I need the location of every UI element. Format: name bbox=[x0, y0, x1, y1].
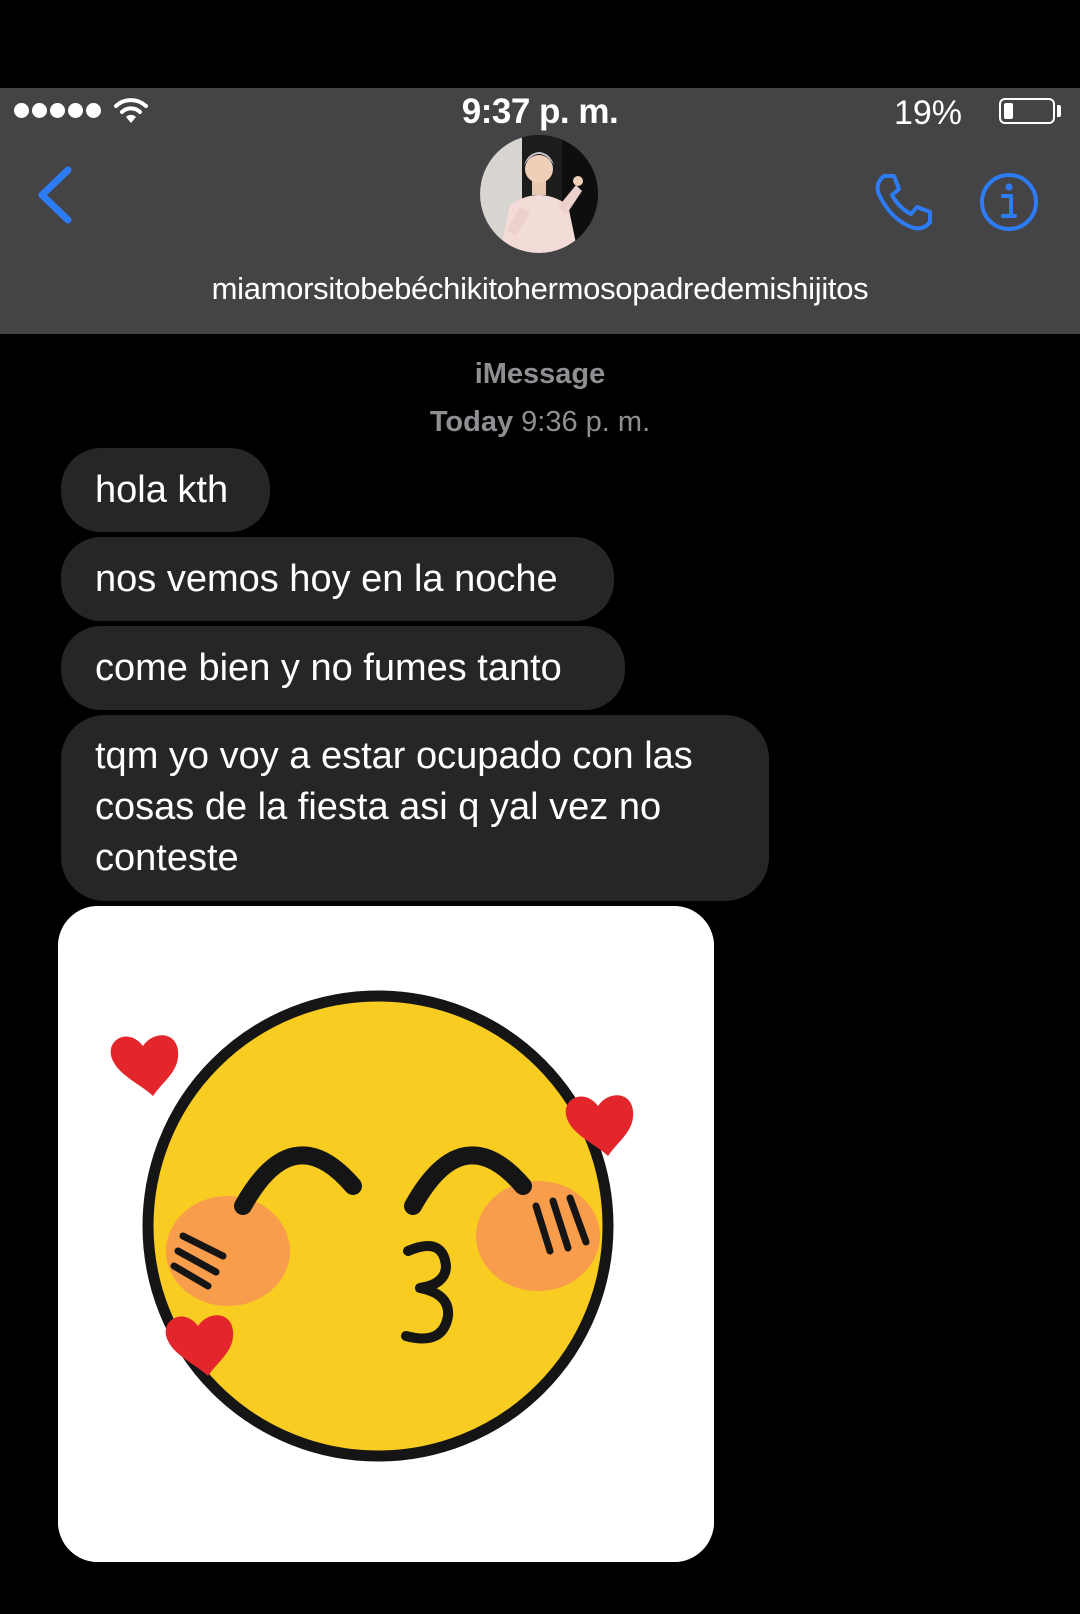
contact-avatar[interactable] bbox=[480, 135, 598, 253]
top-black-area bbox=[0, 0, 1080, 88]
message-bubble[interactable]: nos vemos hoy en la noche bbox=[61, 537, 614, 621]
kissing-face-emoji-image bbox=[58, 906, 714, 1562]
message-text: nos vemos hoy en la noche bbox=[95, 557, 558, 600]
message-text: come bien y no fumes tanto bbox=[95, 646, 562, 689]
timestamp-time: 9:36 p. m. bbox=[521, 406, 651, 438]
avatar-photo bbox=[480, 135, 598, 253]
message-text: tqm yo voy a estar ocupado con las cosas… bbox=[95, 735, 693, 879]
conversation-header: 9:37 p. m. 19% miamorsitobebéchikitoherm… bbox=[0, 88, 1080, 334]
status-bar: 9:37 p. m. 19% bbox=[0, 88, 1080, 138]
battery-tip bbox=[1057, 105, 1061, 117]
timestamp-day: Today bbox=[429, 406, 514, 438]
phone-icon[interactable] bbox=[872, 170, 936, 234]
message-text: hola kth bbox=[95, 468, 229, 511]
battery-icon bbox=[999, 98, 1055, 124]
info-icon[interactable] bbox=[977, 170, 1041, 234]
message-bubble[interactable]: hola kth bbox=[61, 448, 270, 532]
service-label: iMessage bbox=[474, 358, 606, 390]
message-bubble[interactable]: tqm yo voy a estar ocupado con las cosas… bbox=[61, 715, 769, 901]
chevron-left-icon[interactable] bbox=[32, 164, 76, 226]
battery-level bbox=[1004, 103, 1013, 119]
contact-name[interactable]: miamorsitobebéchikitohermosopadredemishi… bbox=[0, 271, 1080, 307]
message-bubble[interactable]: come bien y no fumes tanto bbox=[61, 626, 625, 710]
conversation-timestamp: Today 9:36 p. m. bbox=[0, 406, 1080, 439]
image-message[interactable] bbox=[58, 906, 714, 1562]
battery-percent: 19% bbox=[893, 94, 962, 132]
